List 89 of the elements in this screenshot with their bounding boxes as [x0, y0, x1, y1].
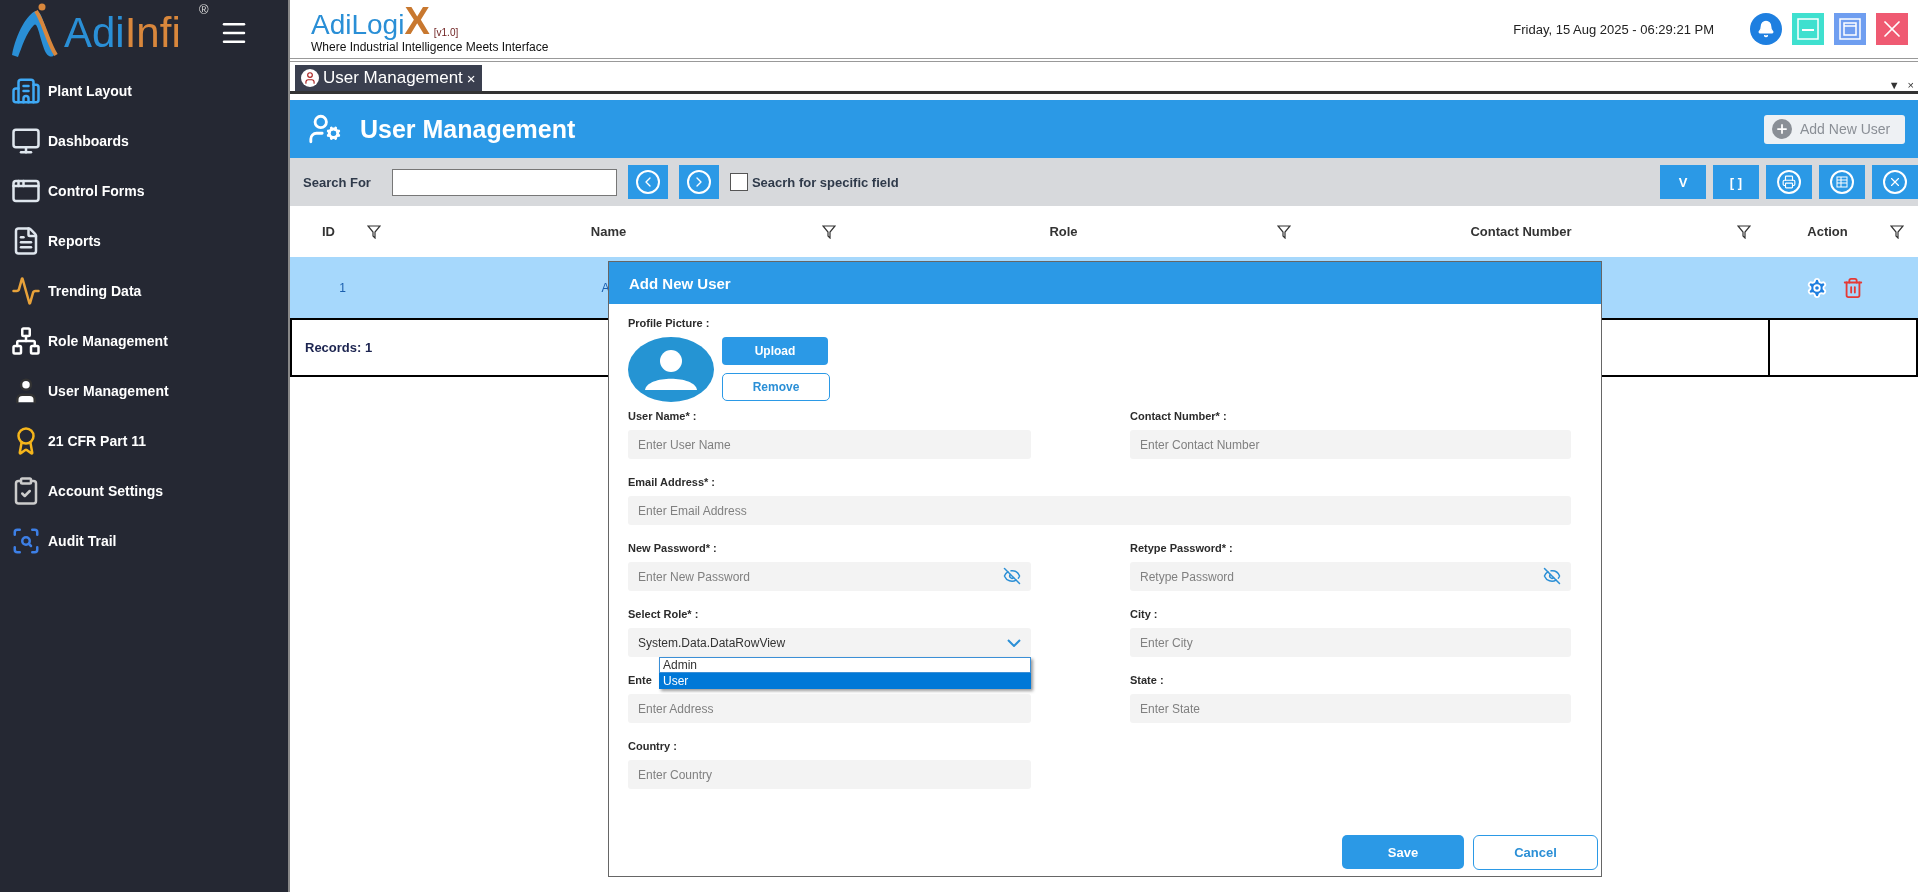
spreadsheet-button[interactable] [1819, 165, 1865, 199]
page-title: User Management [360, 114, 576, 144]
monitor-icon [11, 126, 41, 156]
field-label: User Name* : [628, 410, 697, 424]
sidebar-item[interactable]: Trending Data [0, 266, 288, 316]
sidebar-item[interactable]: Dashboards [0, 116, 288, 166]
input-field[interactable]: Enter Address [628, 694, 1031, 723]
dropdown-option[interactable]: Admin [659, 657, 1031, 673]
sidebar-item[interactable]: Reports [0, 216, 288, 266]
column-header: Role [850, 206, 1305, 257]
field-label: Profile Picture : [628, 317, 710, 331]
maximize-button[interactable] [1834, 13, 1866, 45]
records-count: Records: 1 [305, 340, 373, 355]
version-label: [v1.0] [433, 26, 459, 38]
close-button[interactable] [1876, 13, 1908, 45]
date-time: Friday, 15 Aug 2025 - 06:29:21 PM [1513, 21, 1714, 37]
input-field[interactable]: Enter Email Address [628, 496, 1571, 525]
field-label: Contact Number* : [1130, 410, 1227, 424]
building-icon [11, 76, 41, 106]
filter-icon[interactable] [1277, 224, 1291, 239]
search-label: Search For [303, 174, 371, 190]
user-gear-icon [308, 112, 342, 146]
sidebar-item[interactable]: Audit Trail [0, 516, 288, 566]
column-header: Name [395, 206, 850, 257]
org-chart-icon [11, 326, 41, 356]
field-label: Email Address* : [628, 476, 715, 490]
sidebar-item[interactable]: Account Settings [0, 466, 288, 516]
scan-icon [11, 526, 41, 556]
input-field[interactable]: Enter City [1130, 628, 1571, 657]
dropdown-option[interactable]: User [659, 673, 1031, 689]
column-header: Action [1765, 206, 1918, 257]
cancel-button[interactable]: Cancel [1473, 835, 1598, 870]
dialog-title: Add New User [609, 262, 1601, 304]
filter-icon[interactable] [1737, 224, 1751, 239]
eye-off-icon[interactable] [1543, 567, 1561, 585]
tab-label: User Management [323, 68, 463, 88]
filter-icon[interactable] [1890, 224, 1904, 239]
tab-close[interactable]: × [466, 69, 476, 87]
role-select[interactable]: System.Data.DataRowView [628, 628, 1031, 657]
field-label: Retype Password* : [1130, 542, 1233, 556]
app-logo-text: AdiLogiX [311, 4, 430, 40]
tab-bar-control[interactable]: ▼ [1888, 79, 1900, 91]
sidebar-item[interactable]: Plant Layout [0, 66, 288, 116]
search-field[interactable] [391, 168, 617, 196]
close-button[interactable] [1872, 165, 1918, 199]
field-label: New Password* : [628, 542, 717, 556]
input-field[interactable]: Enter New Password [628, 562, 1031, 591]
sidebar-item[interactable]: Role Management [0, 316, 288, 366]
bell-icon[interactable] [1750, 13, 1782, 45]
filter-icon[interactable] [822, 224, 836, 239]
print-button[interactable] [1766, 165, 1812, 199]
input-field[interactable]: Enter Country [628, 760, 1031, 789]
plus-icon [1775, 122, 1789, 136]
printer-icon [1782, 175, 1796, 189]
field-label: Select Role* : [628, 608, 699, 622]
tab-bar-control[interactable]: × [1907, 79, 1914, 91]
settings-icon[interactable] [1805, 276, 1828, 299]
avatar-icon [628, 337, 714, 402]
trash-icon[interactable] [1841, 276, 1864, 299]
tagline: Where Industrial Intelligence Meets Interface [311, 39, 549, 54]
column-header: Contact Number [1305, 206, 1765, 257]
field-label: City : [1130, 608, 1158, 622]
logo-text: AdiInfi [64, 9, 181, 57]
eye-off-icon[interactable] [1003, 567, 1021, 585]
close-icon [1888, 175, 1902, 189]
registered-mark: ® [199, 2, 209, 17]
user-icon [303, 71, 317, 85]
column-header: ID [290, 206, 395, 257]
input-field[interactable]: Enter State [1130, 694, 1571, 723]
chevron-down-icon [1007, 638, 1021, 647]
next-button[interactable] [678, 165, 719, 199]
sidebar-item[interactable]: 21 CFR Part 11 [0, 416, 288, 466]
spreadsheet-icon [1836, 176, 1848, 188]
filter-icon[interactable] [367, 224, 381, 239]
table-cell: 1 [339, 280, 346, 295]
previous-button[interactable] [627, 165, 668, 199]
sidebar-item[interactable]: Control Forms [0, 166, 288, 216]
field-label: Ente [628, 674, 652, 688]
checkbox-label: Seacrh for specific field [751, 174, 899, 190]
input-field[interactable]: Enter User Name [628, 430, 1031, 459]
remove-button[interactable]: Remove [722, 373, 830, 401]
input-field[interactable]: Enter Contact Number [1130, 430, 1571, 459]
input-field[interactable]: Retype Password [1130, 562, 1571, 591]
checkbox[interactable] [729, 173, 748, 191]
sidebar-item[interactable]: User Management [0, 366, 288, 416]
tab[interactable]: User Management × [295, 65, 482, 91]
chart-icon [11, 276, 41, 306]
field-label: State : [1130, 674, 1164, 688]
field-label: Country : [628, 740, 677, 754]
